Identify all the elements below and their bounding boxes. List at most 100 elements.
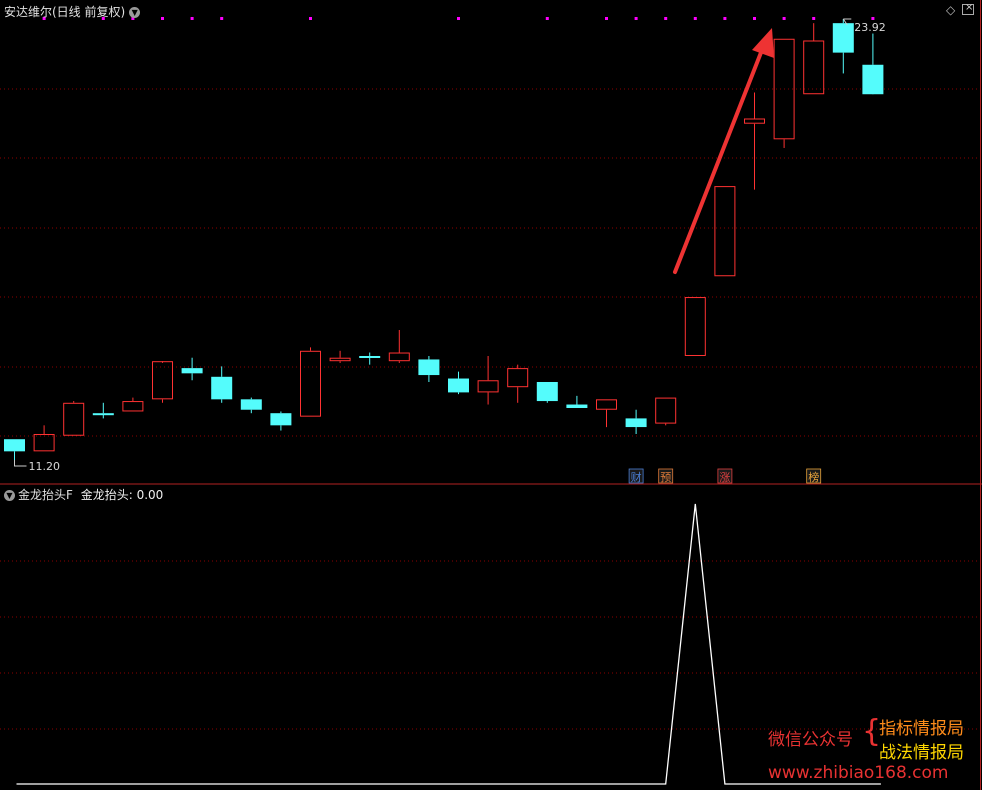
main-panel-header: 安达维尔(日线 前复权) ▼	[4, 3, 141, 20]
candle-body	[240, 399, 262, 410]
candle-body	[152, 361, 173, 400]
stock-chart: 财 预 涨 榜 23.92 11.20	[0, 0, 982, 790]
signal-marker	[309, 17, 312, 20]
candle-down	[566, 395, 588, 408]
signal-marker	[545, 17, 549, 20]
event-badges: 财预涨榜	[628, 468, 822, 484]
signal-marker	[190, 17, 194, 20]
signal-markers	[42, 17, 875, 20]
signal-marker	[634, 17, 638, 20]
candle-up	[684, 297, 706, 356]
low-price-label: 11.20	[29, 460, 61, 473]
watermark-wechat: 微信公众号	[768, 730, 853, 750]
event-badge: 财	[628, 468, 644, 484]
high-price-label: 23.92	[854, 21, 886, 34]
candle-down	[270, 411, 292, 431]
candle-down	[240, 397, 262, 414]
candle-up	[33, 425, 55, 452]
candle-body	[507, 368, 529, 388]
watermark-line2: 战法情报局	[879, 743, 964, 763]
sub-panel-grid	[0, 560, 980, 730]
candle-up	[122, 397, 144, 412]
candle-down	[832, 19, 854, 74]
candle-down	[418, 355, 440, 382]
candle-body	[714, 186, 736, 277]
candle-up	[744, 92, 765, 190]
arrow-head	[752, 28, 774, 58]
candle-body	[418, 359, 440, 376]
diamond-icon[interactable]: ◇	[946, 3, 955, 17]
candle-body	[744, 118, 765, 124]
main-panel-title: 安达维尔(日线 前复权)	[4, 5, 126, 19]
candle-up	[803, 23, 825, 95]
chevron-down-icon[interactable]: ▼	[4, 490, 15, 501]
candle-body	[625, 418, 647, 428]
candles	[4, 19, 884, 460]
candle-body	[270, 413, 292, 426]
candle-down	[211, 366, 233, 403]
candle-up	[152, 361, 173, 403]
main-panel-grid	[0, 0, 982, 790]
candle-down	[536, 381, 558, 403]
candle-down	[359, 352, 381, 365]
candle-body	[655, 397, 677, 424]
candle-up	[63, 401, 85, 436]
signal-marker	[753, 17, 756, 20]
signal-marker	[723, 17, 727, 20]
candle-body	[122, 401, 144, 412]
event-badge: 涨	[717, 468, 733, 484]
indicator-series-line	[16, 503, 881, 785]
close-panel-button[interactable]: ×	[962, 2, 974, 15]
candle-body	[566, 404, 588, 408]
candle-up	[507, 364, 529, 403]
candle-up	[773, 38, 795, 148]
candle-body	[359, 355, 381, 358]
candle-body	[596, 399, 617, 410]
arrow-shaft	[673, 48, 764, 274]
close-icon: ×	[965, 2, 974, 13]
event-badge-text: 预	[660, 471, 671, 484]
candle-up	[300, 347, 321, 417]
candle-up	[714, 186, 736, 277]
candle-down	[862, 33, 884, 95]
candle-down	[92, 402, 114, 419]
candle-body	[862, 64, 884, 95]
signal-marker	[812, 17, 816, 20]
candle-body	[4, 439, 25, 452]
candle-body	[63, 402, 85, 436]
signal-marker	[220, 17, 224, 20]
sub-panel-header: ▼ 金龙抬头F 金龙抬头: 0.00	[4, 486, 163, 503]
event-badge-text: 涨	[719, 471, 730, 484]
chevron-down-icon[interactable]: ▼	[129, 7, 141, 18]
candle-body	[388, 352, 410, 362]
watermark-line1: 指标情报局	[879, 719, 964, 739]
signal-marker	[693, 17, 697, 20]
candle-body	[448, 378, 469, 393]
price-labels: 23.92 11.20	[14, 18, 886, 473]
signal-marker	[871, 17, 875, 20]
low-pointer	[14, 460, 27, 467]
candle-up	[388, 329, 410, 363]
candle-body	[92, 413, 114, 416]
candle-down	[448, 371, 469, 395]
candle-down	[181, 357, 203, 381]
candle-body	[536, 381, 558, 402]
watermark-url: www.zhibiao168.com	[768, 763, 949, 783]
candle-up	[655, 397, 677, 426]
signal-marker	[457, 17, 460, 20]
candle-body	[300, 350, 321, 417]
signal-marker	[605, 17, 608, 20]
candle-up	[329, 350, 351, 363]
indicator-line	[16, 503, 881, 785]
candle-down	[4, 439, 25, 460]
sub-panel-title: 金龙抬头F	[18, 488, 73, 502]
candle-body	[329, 357, 351, 362]
candle-body	[477, 380, 499, 393]
candle-up	[596, 399, 617, 428]
candle-body	[211, 376, 233, 400]
signal-marker	[161, 17, 164, 20]
signal-marker	[782, 17, 786, 20]
candle-body	[33, 433, 55, 452]
candle-body	[181, 368, 203, 374]
candle-down	[625, 409, 647, 434]
